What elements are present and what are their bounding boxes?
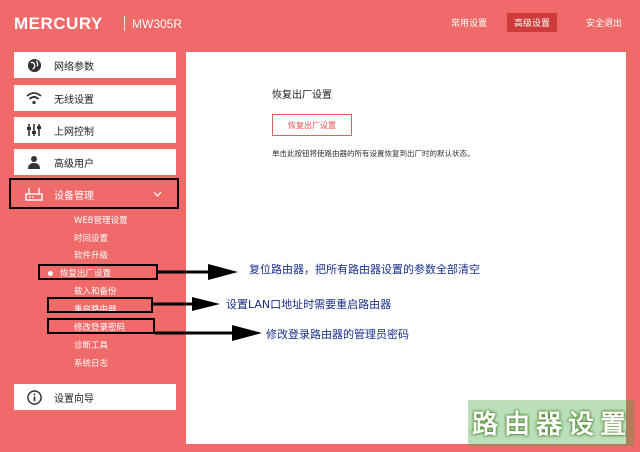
annotation-arrows <box>153 264 262 341</box>
annotation-change-password: 修改登录路由器的管理员密码 <box>266 328 409 341</box>
watermark: 路由器设置 <box>472 410 633 440</box>
annotation-factory-reset: 复位路由器，把所有路由器设置的参数全部清空 <box>249 263 480 276</box>
annotation-reboot: 设置LAN口地址时需要重启路由器 <box>226 298 392 311</box>
